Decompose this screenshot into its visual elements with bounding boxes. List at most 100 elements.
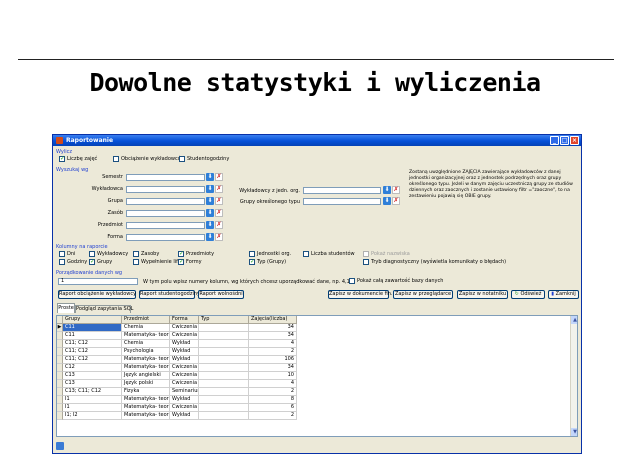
- cell-forma[interactable]: Wykład: [170, 396, 199, 404]
- cell-grupy[interactable]: C12: [63, 364, 122, 372]
- cell-forma[interactable]: Wykład: [170, 348, 199, 356]
- zapisz-notatniku-button[interactable]: Zapisz w notatniku: [457, 290, 508, 299]
- cell-zajecia[interactable]: 2: [249, 412, 297, 420]
- studentogodziny-checkbox[interactable]: [179, 156, 185, 162]
- cell-forma[interactable]: Seminarium: [170, 388, 199, 396]
- cell-przedmiot[interactable]: Matematyka- teoria g: [122, 356, 170, 364]
- cell-typ[interactable]: [199, 372, 249, 380]
- kol-jednostki-checkbox[interactable]: [249, 251, 255, 257]
- cell-przedmiot[interactable]: Psychologia: [122, 348, 170, 356]
- maximize-button[interactable]: □: [560, 136, 569, 145]
- cell-typ[interactable]: [199, 324, 249, 332]
- table-row[interactable]: C11; C12 Chemia Wykład 4: [57, 340, 297, 348]
- cell-forma[interactable]: Wykład: [170, 356, 199, 364]
- wykladowcy-jedn-input[interactable]: [303, 187, 381, 194]
- cell-typ[interactable]: [199, 412, 249, 420]
- cell-grupy[interactable]: C11: [63, 324, 122, 332]
- header-forma[interactable]: Forma: [170, 316, 199, 324]
- header-typ[interactable]: Typ: [199, 316, 249, 324]
- kol-zasoby-checkbox[interactable]: [133, 251, 139, 257]
- kol-grupy-checkbox[interactable]: [89, 258, 95, 265]
- scroll-up-icon[interactable]: ▲: [571, 316, 577, 324]
- grupy-typu-clear-icon[interactable]: ✗: [392, 197, 400, 205]
- forma-input[interactable]: [126, 234, 205, 241]
- cell-zajecia[interactable]: 34: [249, 364, 297, 372]
- kol-przedmioty-checkbox[interactable]: [178, 250, 184, 257]
- cell-grupy[interactable]: I1: [63, 404, 122, 412]
- cell-zajecia[interactable]: 34: [249, 324, 297, 332]
- przedmiot-clear-icon[interactable]: ✗: [215, 221, 223, 229]
- cell-przedmiot[interactable]: Język angielski: [122, 372, 170, 380]
- table-scrollbar[interactable]: ▲ ▼: [570, 316, 577, 436]
- table-row[interactable]: C11 Matematyka- teoria g Ćwiczenia 34: [57, 332, 297, 340]
- cell-typ[interactable]: [199, 364, 249, 372]
- cell-forma[interactable]: Ćwiczenia: [170, 364, 199, 372]
- cell-typ[interactable]: [199, 380, 249, 388]
- cell-zajecia[interactable]: 2: [249, 388, 297, 396]
- cell-przedmiot[interactable]: Język polski: [122, 380, 170, 388]
- cell-grupy[interactable]: C11; C12: [63, 356, 122, 364]
- cell-forma[interactable]: Wykład: [170, 412, 199, 420]
- table-row[interactable]: C11; C12 Matematyka- teoria g Wykład 106: [57, 356, 297, 364]
- cell-przedmiot[interactable]: Matematyka- teoria g: [122, 332, 170, 340]
- cell-przedmiot[interactable]: Chemia: [122, 340, 170, 348]
- scroll-down-icon[interactable]: ▼: [571, 428, 577, 436]
- cell-przedmiot[interactable]: Matematyka- teoria g: [122, 364, 170, 372]
- liczba-zajec-checkbox[interactable]: [59, 155, 65, 162]
- table-row[interactable]: I1 Matematyka- teoria g Wykład 8: [57, 396, 297, 404]
- close-button[interactable]: ×: [570, 136, 579, 145]
- kol-wykladowcy-checkbox[interactable]: [89, 251, 95, 257]
- header-przedmiot[interactable]: Przedmiot: [122, 316, 170, 324]
- wykladowcy-jedn-clear-icon[interactable]: ✗: [392, 186, 400, 194]
- cell-zajecia[interactable]: 4: [249, 380, 297, 388]
- cell-forma[interactable]: Ćwiczenia: [170, 332, 199, 340]
- odswiez-button[interactable]: ↻ Odśwież: [511, 290, 545, 299]
- cell-przedmiot[interactable]: Matematyka- teoria g: [122, 396, 170, 404]
- cell-grupy[interactable]: C11; C12: [63, 348, 122, 356]
- zasob-clear-icon[interactable]: ✗: [215, 209, 223, 217]
- cell-przedmiot[interactable]: Chemia: [122, 324, 170, 332]
- table-row[interactable]: ▶ C11 Chemia Ćwiczenia 34: [57, 324, 297, 332]
- semestr-clear-icon[interactable]: ✗: [215, 173, 223, 181]
- raport-wolnosdni-button[interactable]: Raport wolnośdni: [198, 290, 244, 299]
- cell-zajecia[interactable]: 10: [249, 372, 297, 380]
- przedmiot-input[interactable]: [126, 222, 205, 229]
- raport-studentogodziny-button[interactable]: Raport studentogodziny: [139, 290, 200, 299]
- cell-grupy[interactable]: I1: [63, 396, 122, 404]
- zapisz-przegladarce-button[interactable]: Zapisz w przeglądarce: [393, 290, 453, 299]
- cell-grupy[interactable]: C13: [63, 372, 122, 380]
- pokaz-nazwiska-checkbox[interactable]: [363, 251, 369, 257]
- porzadkowanie-input[interactable]: 1: [58, 278, 138, 285]
- table-row[interactable]: C13; C11; C12 Fizyka Seminarium 2: [57, 388, 297, 396]
- przedmiot-select-icon[interactable]: ⬇: [206, 221, 214, 229]
- table-row[interactable]: I1; I2 Matematyka- teoria g Wykład 2: [57, 412, 297, 420]
- forma-select-icon[interactable]: ⬇: [206, 233, 214, 241]
- cell-forma[interactable]: Wykład: [170, 340, 199, 348]
- cell-forma[interactable]: Ćwiczenia: [170, 324, 199, 332]
- kol-liczba-studentow-checkbox[interactable]: [303, 251, 309, 257]
- cell-zajecia[interactable]: 106: [249, 356, 297, 364]
- semestr-select-icon[interactable]: ⬇: [206, 173, 214, 181]
- kol-godziny-checkbox[interactable]: [59, 259, 65, 265]
- wykladowca-clear-icon[interactable]: ✗: [215, 185, 223, 193]
- forma-clear-icon[interactable]: ✗: [215, 233, 223, 241]
- kol-typ-checkbox[interactable]: [249, 258, 255, 265]
- cell-forma[interactable]: Ćwiczenia: [170, 380, 199, 388]
- header-grupy[interactable]: Grupy: [63, 316, 122, 324]
- wykladowcy-jedn-select-icon[interactable]: ⬇: [383, 186, 391, 194]
- cell-grupy[interactable]: C13: [63, 380, 122, 388]
- cell-typ[interactable]: [199, 348, 249, 356]
- grupy-typu-select-icon[interactable]: ⬇: [383, 197, 391, 205]
- cell-zajecia[interactable]: 8: [249, 396, 297, 404]
- cell-forma[interactable]: Ćwiczenia: [170, 404, 199, 412]
- kol-wypelnienie-checkbox[interactable]: [133, 259, 139, 265]
- cell-grupy[interactable]: C13; C11; C12: [63, 388, 122, 396]
- tab-proste[interactable]: Proste: [57, 303, 75, 313]
- cell-przedmiot[interactable]: Matematyka- teoria g: [122, 412, 170, 420]
- zapisz-dokument-button[interactable]: Zapisz w dokumencie fin.: [328, 290, 393, 299]
- grupy-typu-input[interactable]: [303, 198, 381, 205]
- pokaz-cala-baze-checkbox[interactable]: [349, 278, 355, 284]
- zasob-select-icon[interactable]: ⬇: [206, 209, 214, 217]
- wykladowca-select-icon[interactable]: ⬇: [206, 185, 214, 193]
- table-row[interactable]: C13 Język polski Ćwiczenia 4: [57, 380, 297, 388]
